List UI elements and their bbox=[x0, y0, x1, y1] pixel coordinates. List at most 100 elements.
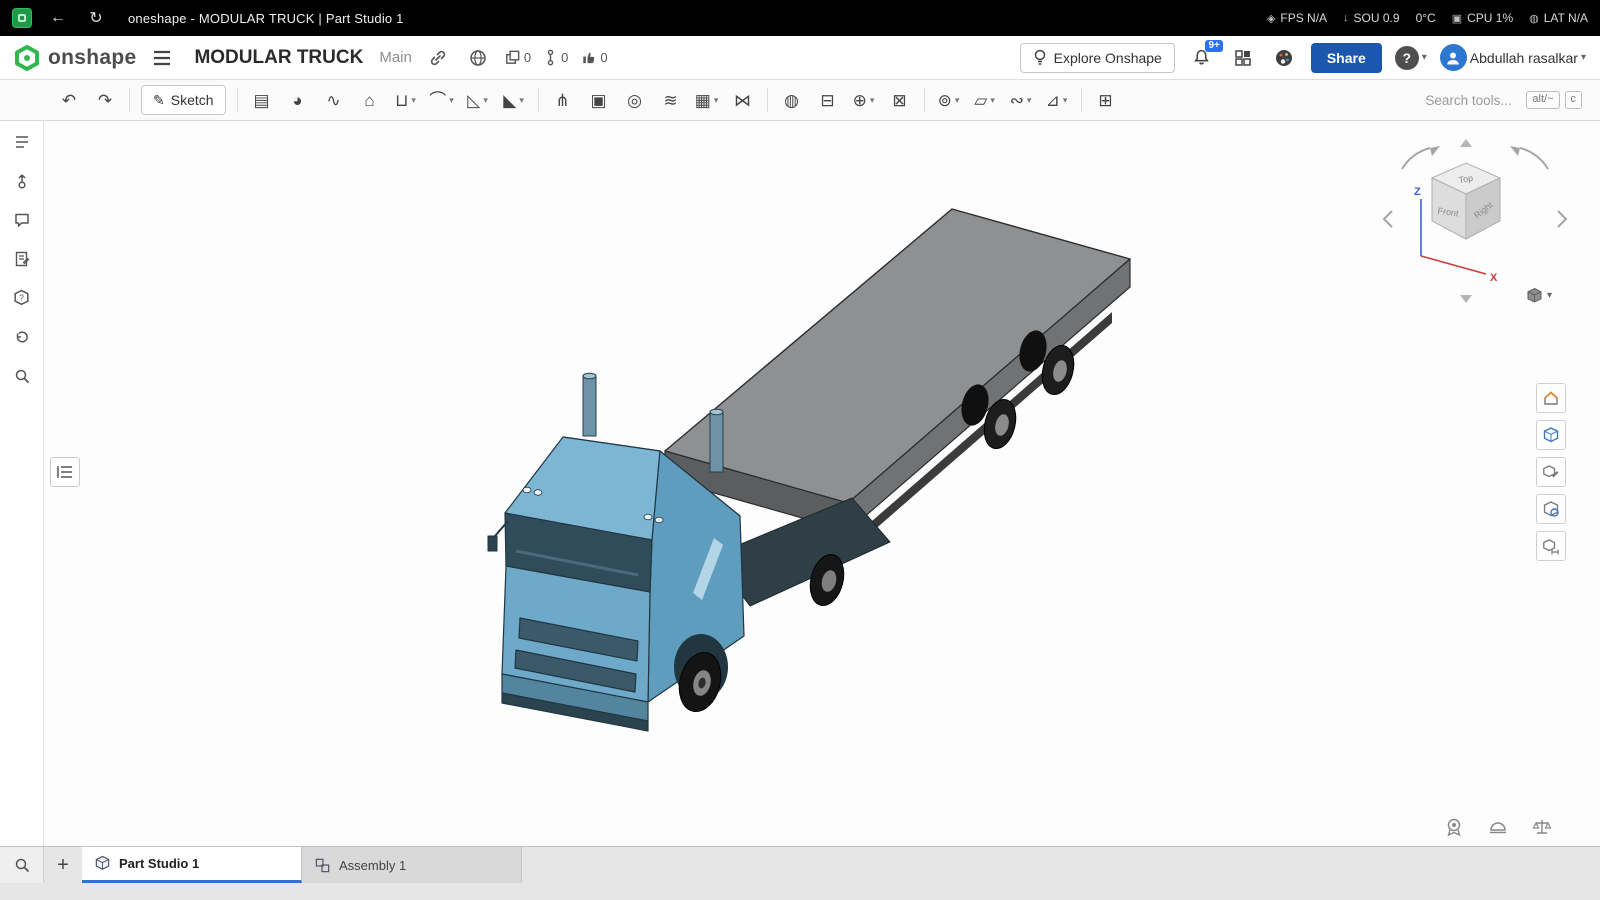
add-tab-button[interactable]: + bbox=[44, 847, 82, 883]
system-bar: ← ↻ oneshape - MODULAR TRUCK | Part Stud… bbox=[0, 0, 1600, 36]
svg-text:?: ? bbox=[19, 292, 24, 302]
tab-part-studio-1[interactable]: Part Studio 1 bbox=[82, 847, 302, 883]
pattern-tool[interactable]: ▦ ▾ bbox=[690, 84, 724, 116]
cube-measure-icon bbox=[1543, 539, 1559, 555]
browser-tab-title: oneshape - MODULAR TRUCK | Part Studio 1 bbox=[128, 10, 404, 26]
parts-help-button[interactable]: ? bbox=[6, 283, 38, 313]
divider bbox=[129, 88, 130, 112]
grid-settings-button[interactable] bbox=[1441, 814, 1467, 840]
chevron-down-icon: ▾ bbox=[483, 94, 488, 105]
mirror-tool[interactable]: ⋈ bbox=[726, 84, 760, 116]
comments-button[interactable] bbox=[6, 205, 38, 235]
transform-icon: ⊕ bbox=[852, 90, 867, 110]
chamfer-tool[interactable]: ◺ ▾ bbox=[461, 84, 495, 116]
search-model-button[interactable] bbox=[6, 361, 38, 391]
theme-button[interactable] bbox=[1270, 44, 1298, 72]
plane-tool[interactable]: ▱ ▾ bbox=[968, 84, 1002, 116]
share-button[interactable]: Share bbox=[1310, 42, 1382, 73]
rotate-up-arrow[interactable] bbox=[1460, 139, 1472, 147]
rotate-left-arrow[interactable] bbox=[1382, 210, 1393, 228]
shell-tool[interactable]: ▣ bbox=[582, 84, 616, 116]
comment-icon bbox=[14, 213, 29, 227]
download-icon: ↓ bbox=[1343, 12, 1349, 24]
transform-tool[interactable]: ⊕ ▾ bbox=[847, 84, 881, 116]
fps-icon: ◈ bbox=[1266, 12, 1276, 25]
feature-list-button[interactable] bbox=[6, 127, 38, 157]
notes-button[interactable] bbox=[6, 244, 38, 274]
thread-tool[interactable]: ≋ bbox=[654, 84, 688, 116]
home-view-button[interactable] bbox=[1536, 383, 1566, 413]
versions-count: 0 bbox=[561, 50, 569, 65]
truck-model[interactable] bbox=[44, 121, 1600, 846]
rotate-ccw-arrow[interactable] bbox=[1401, 147, 1431, 170]
public-document-button[interactable] bbox=[464, 44, 492, 72]
extrude-icon: ▤ bbox=[253, 90, 270, 110]
split-tool[interactable]: ⊟ bbox=[811, 84, 845, 116]
sweep-icon: ∿ bbox=[326, 90, 341, 110]
view-cube[interactable]: Z X Top Front Right bbox=[1380, 133, 1570, 308]
sketch-button[interactable]: ✎ Sketch bbox=[141, 85, 226, 115]
rotate-cw-arrow[interactable] bbox=[1519, 147, 1549, 170]
help-button[interactable]: ? ▾ bbox=[1394, 45, 1427, 70]
undo-button[interactable]: ↶ bbox=[52, 84, 86, 116]
cube-section-icon bbox=[1543, 501, 1559, 517]
plane-icon: ▱ bbox=[974, 90, 988, 110]
share-link-button[interactable] bbox=[424, 44, 452, 72]
redo-button[interactable]: ↷ bbox=[88, 84, 122, 116]
edit-appearance-button[interactable] bbox=[1536, 457, 1566, 487]
delete-part-tool[interactable]: ⊠ bbox=[883, 84, 917, 116]
history-button[interactable] bbox=[6, 322, 38, 352]
explore-onshape-button[interactable]: Explore Onshape bbox=[1019, 42, 1175, 73]
apps-button[interactable] bbox=[1229, 44, 1257, 72]
onshape-logo[interactable]: onshape bbox=[14, 44, 136, 71]
document-title: MODULAR TRUCK bbox=[194, 46, 364, 68]
modify-fillet-tool[interactable]: ⊚ ▾ bbox=[932, 84, 966, 116]
refresh-button[interactable]: ↻ bbox=[84, 6, 108, 30]
units-button[interactable] bbox=[1529, 814, 1555, 840]
measure-button[interactable] bbox=[1536, 531, 1566, 561]
fillet-tool[interactable]: ⌒ ▾ bbox=[425, 84, 459, 116]
tab-assembly-1[interactable]: Assembly 1 bbox=[302, 847, 522, 883]
mate-connector-button[interactable] bbox=[6, 166, 38, 196]
chevron-down-icon: ▾ bbox=[713, 94, 719, 105]
divider bbox=[537, 88, 539, 112]
sweep-tool[interactable]: ∿ bbox=[317, 84, 351, 116]
boolean-tool[interactable]: ◍ bbox=[775, 84, 809, 116]
likes-counter[interactable]: 0 bbox=[580, 49, 608, 66]
search-tabs-button[interactable] bbox=[0, 847, 44, 883]
rotate-right-arrow[interactable] bbox=[1557, 210, 1568, 228]
search-icon bbox=[15, 369, 29, 384]
section-view-button[interactable] bbox=[1536, 494, 1566, 524]
draft-tool[interactable]: ◣ ▾ bbox=[497, 84, 531, 116]
extrude-tool[interactable]: ▤ bbox=[245, 84, 279, 116]
feature-list-toggle[interactable] bbox=[50, 457, 80, 487]
view-options-button[interactable]: ▾ bbox=[1526, 287, 1552, 304]
divider bbox=[766, 88, 768, 112]
thicken-tool[interactable]: ⊔ ▾ bbox=[389, 84, 423, 116]
workspace-label[interactable]: Main bbox=[379, 49, 412, 66]
workspace: ? Z X Top Front Right ▾ bbox=[0, 121, 1600, 846]
revolve-tool[interactable]: ◕ bbox=[281, 84, 315, 116]
copies-counter[interactable]: 0 bbox=[504, 49, 531, 66]
isometric-view-button[interactable] bbox=[1536, 420, 1566, 450]
chevron-down-icon: ▾ bbox=[1546, 289, 1552, 301]
revolve-icon: ◕ bbox=[292, 90, 303, 110]
loft-tool[interactable]: ⌂ bbox=[353, 84, 387, 116]
search-tools-input[interactable] bbox=[1425, 92, 1522, 108]
hamburger-icon bbox=[154, 50, 171, 65]
rotate-down-arrow[interactable] bbox=[1460, 295, 1472, 303]
note-edit-icon bbox=[15, 251, 29, 267]
user-menu[interactable]: Abdullah rasalkar ▾ bbox=[1439, 44, 1586, 71]
surface-tool[interactable]: ⊿ ▾ bbox=[1040, 84, 1074, 116]
back-button[interactable]: ← bbox=[46, 6, 70, 30]
main-menu-button[interactable] bbox=[148, 44, 176, 72]
box-select-tool[interactable]: ⊞ bbox=[1089, 84, 1123, 116]
rib-tool[interactable]: ⋔ bbox=[546, 84, 580, 116]
hole-tool[interactable]: ◎ bbox=[618, 84, 652, 116]
orientation-button[interactable] bbox=[1485, 814, 1511, 840]
3d-viewport[interactable]: Z X Top Front Right ▾ bbox=[44, 121, 1600, 846]
versions-counter[interactable]: 0 bbox=[543, 49, 568, 66]
curve-tool[interactable]: ∾ ▾ bbox=[1004, 84, 1038, 116]
notifications-button[interactable]: 9+ bbox=[1188, 39, 1223, 72]
chevron-down-icon: ▾ bbox=[1062, 94, 1068, 105]
